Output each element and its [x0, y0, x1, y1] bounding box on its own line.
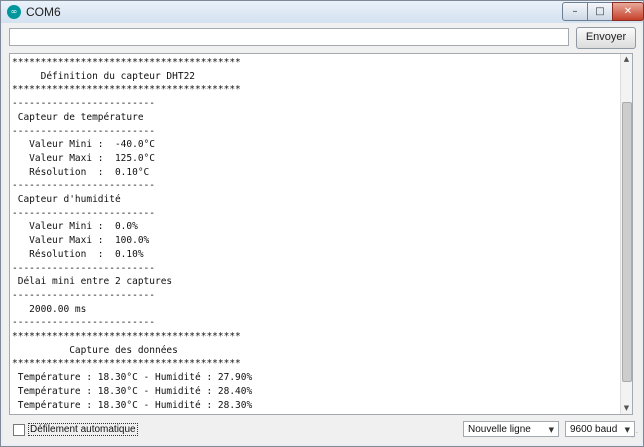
scroll-down-icon[interactable]: ▼ — [621, 403, 632, 414]
output-line: ------------------------- — [12, 180, 155, 192]
output-line: ------------------------- — [12, 98, 155, 110]
output-line: Température : 18.30°C - Humidité : 28.30… — [12, 399, 253, 411]
window-title: COM6 — [26, 5, 61, 19]
close-button[interactable]: ✕ — [612, 2, 644, 21]
output-line: Température : 18.30°C - Humidité : 28.40… — [12, 385, 253, 397]
output-line: Capteur d'humidité — [12, 194, 121, 206]
output-line: ------------------------- — [12, 289, 155, 301]
chevron-down-icon: ▼ — [624, 426, 630, 434]
serial-output-area[interactable]: ****************************************… — [9, 53, 633, 415]
output-line: Définition du capteur DHT22 — [12, 70, 196, 82]
baud-rate-value: 9600 baud — [570, 424, 618, 435]
output-line: ------------------------- — [12, 317, 155, 329]
chevron-down-icon: ▼ — [548, 426, 554, 434]
maximize-button[interactable]: □ — [587, 2, 613, 21]
serial-output-text: ****************************************… — [12, 56, 620, 412]
output-line: **************************************** — [12, 331, 241, 343]
output-line: ------------------------- — [12, 262, 155, 274]
autoscroll-label[interactable]: Défilement automatique — [28, 423, 138, 436]
title-bar[interactable]: ∞ COM6 – □ ✕ — [1, 1, 644, 23]
output-line: Température : 18.30°C - Humidité : 27.90… — [12, 372, 253, 384]
output-line: **************************************** — [12, 84, 241, 96]
output-line: **************************************** — [12, 358, 241, 370]
line-ending-select[interactable]: Nouvelle ligne ▼ — [463, 421, 559, 437]
output-line: Valeur Mini : -40.0°C — [12, 139, 155, 151]
output-line: ------------------------- — [12, 207, 155, 219]
vertical-scrollbar[interactable]: ▲ ▼ — [620, 54, 632, 414]
bottom-bar: Défilement automatique Nouvelle ligne ▼ … — [3, 418, 641, 442]
scrollbar-thumb[interactable] — [622, 102, 632, 382]
resize-grip-icon[interactable]: ⋰ — [631, 432, 639, 440]
send-input[interactable] — [9, 28, 569, 46]
output-line: 2000.00 ms — [12, 303, 87, 315]
send-button[interactable]: Envoyer — [576, 27, 636, 49]
output-line: Valeur Maxi : 125.0°C — [12, 152, 155, 164]
window-content: Envoyer ********************************… — [3, 23, 641, 444]
output-line: Valeur Mini : 0.0% — [12, 221, 138, 233]
output-line: Valeur Maxi : 100.0% — [12, 235, 150, 247]
output-line: **************************************** — [12, 57, 241, 68]
output-line: ------------------------- — [12, 125, 155, 137]
output-line: Délai mini entre 2 captures — [12, 276, 173, 288]
output-line: Capture des données — [12, 344, 178, 356]
serial-monitor-window: ∞ COM6 – □ ✕ Envoyer *******************… — [0, 0, 644, 447]
output-line: Capteur de température — [12, 111, 144, 123]
output-line: Résolution : 0.10°C — [12, 166, 150, 178]
line-ending-value: Nouvelle ligne — [468, 424, 531, 435]
minimize-button[interactable]: – — [562, 2, 588, 21]
arduino-logo-icon: ∞ — [7, 5, 21, 19]
scroll-up-icon[interactable]: ▲ — [621, 54, 632, 65]
baud-rate-select[interactable]: 9600 baud ▼ — [565, 421, 635, 437]
autoscroll-checkbox[interactable] — [13, 423, 25, 436]
autoscroll-toggle[interactable]: Défilement automatique — [13, 423, 138, 436]
output-line: Résolution : 0.10% — [12, 248, 144, 260]
